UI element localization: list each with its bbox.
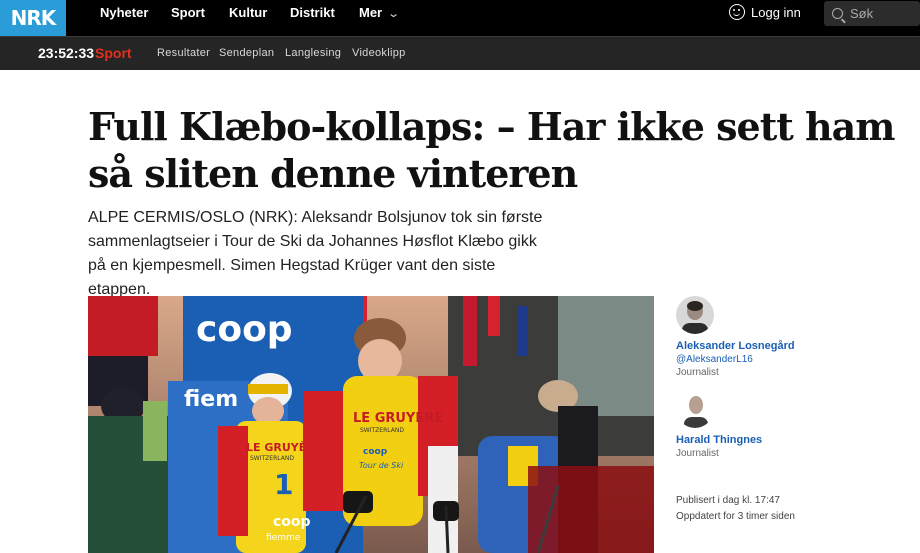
bib-sub-main: SWITZERLAND bbox=[360, 427, 404, 434]
article-hero-image[interactable]: coop fiem LE GRUYÈRE SWITZERLAND 1 coop … bbox=[88, 296, 654, 553]
nrk-logo[interactable]: NRK bbox=[0, 0, 66, 36]
author-handle[interactable]: @AleksanderL16 bbox=[676, 354, 876, 365]
sponsor-coop-text: coop bbox=[196, 309, 293, 350]
clock: 23:52:33 bbox=[38, 45, 95, 61]
chevron-down-icon: ⌄ bbox=[387, 8, 401, 20]
search-box[interactable] bbox=[824, 1, 920, 26]
search-input[interactable] bbox=[850, 6, 910, 21]
sponsor-fiem-text: fiem bbox=[184, 387, 238, 412]
author-1[interactable]: Aleksander Losnegård @AleksanderL16 Jour… bbox=[676, 296, 876, 378]
author-role: Journalist bbox=[676, 448, 719, 459]
bib-sponsor-main: LE GRUYÈRE bbox=[353, 410, 443, 426]
section-title[interactable]: Sport bbox=[95, 45, 132, 61]
updated-time: Oppdatert for 3 timer siden bbox=[676, 511, 795, 522]
nav-mer-label: Mer bbox=[359, 5, 383, 20]
login-button[interactable]: Logg inn bbox=[729, 4, 801, 20]
nav-nyheter[interactable]: Nyheter bbox=[100, 5, 148, 20]
bib-coop-main: coop bbox=[363, 447, 388, 457]
top-navigation: NRK Nyheter Sport Kultur Distrikt Mer ⌄ L… bbox=[0, 0, 920, 36]
nav-kultur[interactable]: Kultur bbox=[229, 5, 267, 20]
nav-distrikt[interactable]: Distrikt bbox=[290, 5, 335, 20]
bib-tour-text: Tour de Ski bbox=[359, 461, 404, 470]
user-icon bbox=[729, 4, 745, 20]
skiers-photo: coop fiem LE GRUYÈRE SWITZERLAND 1 coop … bbox=[88, 296, 654, 553]
bib-coop-left: coop bbox=[273, 514, 311, 530]
section-navigation: 23:52:33 Sport Resultater Sendeplan Lang… bbox=[0, 36, 920, 70]
subnav-sendeplan[interactable]: Sendeplan bbox=[219, 47, 274, 59]
bib-fiemme-text: fiemme bbox=[266, 533, 301, 543]
published-time: Publisert i dag kl. 17:47 bbox=[676, 495, 780, 506]
article-headline: Full Klæbo-kollaps: – Har ikke sett ham … bbox=[88, 104, 896, 196]
subnav-langlesing[interactable]: Langlesing bbox=[285, 47, 341, 59]
subnav-videoklipp[interactable]: Videoklipp bbox=[352, 47, 406, 59]
author-name[interactable]: Aleksander Losnegård bbox=[676, 340, 876, 352]
avatar bbox=[676, 390, 714, 428]
avatar bbox=[676, 296, 714, 334]
publish-meta: Publisert i dag kl. 17:47 Oppdatert for … bbox=[676, 493, 795, 525]
subnav-resultater[interactable]: Resultater bbox=[157, 47, 210, 59]
search-icon bbox=[832, 8, 843, 19]
nav-sport[interactable]: Sport bbox=[171, 5, 205, 20]
bib-sub-left: SWITZERLAND bbox=[250, 455, 294, 462]
logo-text: NRK bbox=[10, 6, 57, 30]
article-lead: ALPE CERMIS/OSLO (NRK): Aleksandr Bolsju… bbox=[88, 209, 543, 298]
author-role: Journalist bbox=[676, 367, 719, 378]
author-name[interactable]: Harald Thingnes bbox=[676, 434, 876, 446]
author-2[interactable]: Harald Thingnes Journalist bbox=[676, 390, 876, 459]
nav-mer[interactable]: Mer ⌄ bbox=[359, 5, 401, 20]
bib-number: 1 bbox=[274, 468, 293, 501]
login-label: Logg inn bbox=[751, 4, 801, 20]
